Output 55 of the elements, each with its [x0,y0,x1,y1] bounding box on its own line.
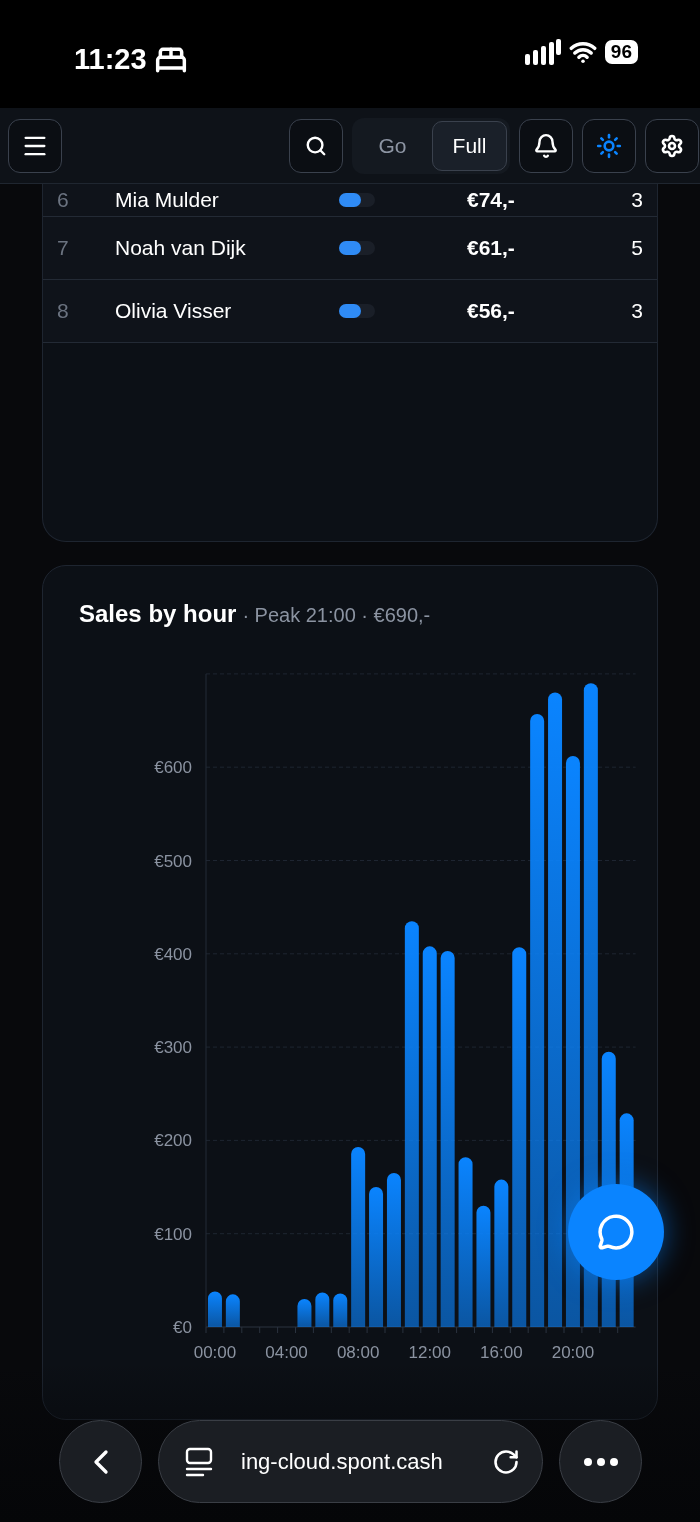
bar [315,1292,330,1327]
view-option[interactable]: Go [355,120,430,171]
y-axis-label: €200 [154,1131,192,1151]
address-bar[interactable]: ing-cloud.spont.cash [158,1420,543,1503]
x-axis-label: 12:00 [408,1343,451,1362]
search-button[interactable] [289,118,343,173]
bar [333,1293,348,1327]
menu-button[interactable] [8,118,62,173]
order-count: 3 [631,187,644,214]
sales-amount: €74,- [467,187,515,214]
employee-name: Olivia Visser [115,298,233,325]
rank-number: 7 [56,235,70,262]
rank-number: 6 [56,187,70,214]
page-icon [185,1446,213,1477]
status-toggle[interactable] [339,193,375,207]
employee-name: Mia Mulder [115,187,220,214]
more-icon [583,1457,618,1466]
x-axis-label: 00:00 [193,1343,237,1362]
bar [207,1291,222,1327]
sales-amount: €61,- [467,235,515,262]
clock-time: 11:23 [74,42,147,77]
theme-button[interactable] [582,118,636,173]
y-axis-label: €500 [154,851,192,871]
settings-icon [660,133,684,158]
y-axis-label: €0 [173,1318,192,1337]
rank-number: 8 [56,298,70,325]
y-axis-label: €600 [154,758,192,778]
status-toggle[interactable] [339,304,375,318]
bar [225,1294,240,1327]
card-subtitle: · Peak 21:00 · €690,- [242,603,431,628]
order-count: 3 [631,298,644,325]
search-icon [305,134,327,157]
x-axis-label: 16:00 [480,1343,523,1362]
notifications-button[interactable] [519,118,573,173]
y-axis-label: €100 [154,1224,192,1244]
y-axis-label: €300 [154,1038,192,1058]
sun-icon [596,132,622,159]
bell-icon [533,132,559,159]
signal-icon [524,39,561,65]
bar [297,1299,312,1327]
card-title: Sales by hour [79,599,237,629]
battery-indicator: 96 [604,40,638,64]
x-axis-label: 08:00 [336,1343,380,1362]
employee-name: Noah van Dijk [115,235,247,262]
chat-icon [597,1213,635,1251]
settings-button[interactable] [645,118,699,173]
sales-amount: €56,- [467,298,515,325]
x-axis-label: 04:00 [265,1343,308,1362]
status-toggle[interactable] [339,241,375,255]
view-option[interactable]: Full [432,120,507,171]
x-axis-label: 20:00 [551,1343,595,1362]
reload-icon[interactable] [492,1447,520,1476]
url-text: ing-cloud.spont.cash [241,1448,443,1476]
order-count: 5 [631,235,644,262]
y-axis-label: €400 [154,944,192,964]
